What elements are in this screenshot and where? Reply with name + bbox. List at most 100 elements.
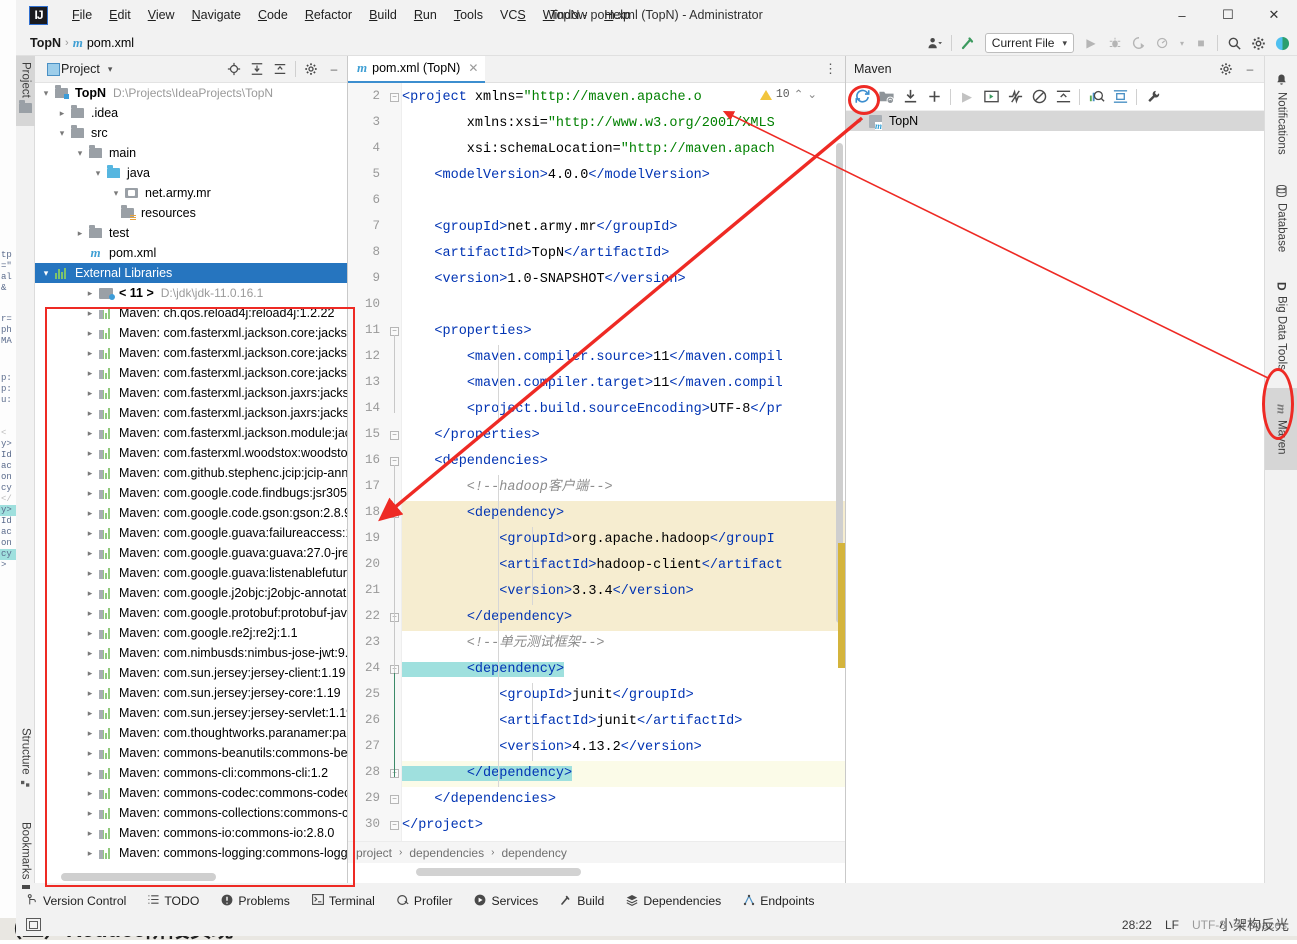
tree-row-maven-dependency[interactable]: Maven: commons-logging:commons-logging: [35, 843, 347, 863]
sidebar-item-database[interactable]: Database: [1265, 174, 1297, 264]
window-controls[interactable]: – ☐ ✕: [1159, 0, 1297, 30]
code-line[interactable]: <artifactId>junit</artifactId>: [402, 709, 742, 735]
project-panel-toolbar[interactable]: –: [223, 58, 345, 80]
chevron-right-icon[interactable]: [83, 828, 97, 839]
ide-assistant-icon[interactable]: [1271, 32, 1293, 54]
code-line[interactable]: <project.build.sourceEncoding>UTF-8</pr: [402, 397, 783, 423]
project-tree[interactable]: TopN D:\Projects\IdeaProjects\TopN .idea…: [35, 83, 347, 866]
tree-row-main[interactable]: main: [35, 143, 347, 163]
project-horizontal-scrollbar[interactable]: [35, 870, 347, 883]
tree-row-maven-dependency[interactable]: Maven: com.google.j2objc:j2objc-annotati…: [35, 583, 347, 603]
menu-item-navigate[interactable]: Navigate: [184, 5, 249, 25]
tree-row-topn[interactable]: TopN D:\Projects\IdeaProjects\TopN: [35, 83, 347, 103]
menu-item-vcs[interactable]: VCS: [492, 5, 534, 25]
code-line[interactable]: <groupId>net.army.mr</groupId>: [402, 215, 677, 241]
collapse-all-icon[interactable]: [269, 58, 291, 80]
select-opened-file-icon[interactable]: [223, 58, 245, 80]
editor-tab-bar[interactable]: m pom.xml (TopN) ✕ ⋮: [348, 56, 845, 83]
chevron-down-icon[interactable]: [39, 268, 53, 279]
settings-gear-icon[interactable]: [1247, 32, 1269, 54]
chevron-right-icon[interactable]: [83, 468, 97, 479]
breadcrumb-project[interactable]: project: [356, 846, 392, 860]
expand-all-icon[interactable]: [246, 58, 268, 80]
caret-position[interactable]: 28:22: [1122, 918, 1152, 932]
chevron-down-icon[interactable]: [73, 148, 87, 159]
code-line[interactable]: xsi:schemaLocation="http://maven.apach: [402, 137, 775, 163]
tree-row-package[interactable]: net.army.mr: [35, 183, 347, 203]
menu-item-build[interactable]: Build: [361, 5, 405, 25]
sidebar-item-project[interactable]: Project: [16, 56, 35, 126]
bottom-item-profiler[interactable]: Profiler: [386, 889, 464, 913]
chevron-right-icon[interactable]: [83, 448, 97, 459]
toggle-skip-tests-icon[interactable]: [1004, 86, 1026, 108]
generate-sources-icon[interactable]: [875, 86, 897, 108]
chevron-down-icon[interactable]: [91, 168, 105, 179]
tree-row-maven-dependency[interactable]: Maven: com.fasterxml.jackson.jaxrs:jacks…: [35, 403, 347, 423]
code-folding-gutter[interactable]: −−−−−−−−−−: [386, 83, 402, 841]
toggle-offline-mode-icon[interactable]: [1028, 86, 1050, 108]
tree-row-maven-dependency[interactable]: Maven: com.google.guava:listenablefuture…: [35, 563, 347, 583]
main-toolbar[interactable]: Current File ▾ ▶ ▾ ■: [924, 30, 1293, 56]
chevron-right-icon[interactable]: [83, 668, 97, 679]
chevron-right-icon[interactable]: [852, 116, 866, 127]
breadcrumb-pom[interactable]: pom.xml: [87, 36, 134, 50]
code-line[interactable]: </dependencies>: [402, 787, 556, 813]
tree-row-maven-dependency[interactable]: Maven: com.google.code.gson:gson:2.8.9: [35, 503, 347, 523]
sidebar-item-notifications[interactable]: Notifications: [1265, 60, 1297, 168]
code-lines[interactable]: <project xmlns="http://maven.apache.o xm…: [402, 83, 845, 841]
fold-toggle-icon[interactable]: −: [390, 821, 399, 830]
tree-row-maven-dependency[interactable]: Maven: com.google.re2j:re2j:1.1: [35, 623, 347, 643]
close-icon[interactable]: ✕: [468, 61, 478, 75]
chevron-right-icon[interactable]: [83, 688, 97, 699]
breadcrumb-nav[interactable]: TopN › m pom.xml: [30, 35, 134, 51]
run-configuration-selector[interactable]: Current File ▾: [985, 33, 1074, 53]
line-separator[interactable]: LF: [1165, 918, 1179, 932]
tree-row-jdk[interactable]: < 11 > D:\jdk\jdk-11.0.16.1: [35, 283, 347, 303]
chevron-down-icon[interactable]: [39, 88, 53, 99]
chevron-right-icon[interactable]: [83, 328, 97, 339]
profile-button[interactable]: [1152, 32, 1174, 54]
menu-item-edit[interactable]: Edit: [101, 5, 139, 25]
code-line[interactable]: <properties>: [402, 319, 532, 345]
bottom-item-build[interactable]: Build: [549, 889, 615, 913]
bottom-item-services[interactable]: Services: [463, 889, 549, 913]
chevron-right-icon[interactable]: [83, 368, 97, 379]
menu-item-tools[interactable]: Tools: [446, 5, 491, 25]
code-line[interactable]: <!--单元测试框架-->: [402, 631, 605, 657]
tree-row-maven-dependency[interactable]: Maven: commons-cli:commons-cli:1.2: [35, 763, 347, 783]
tree-row-maven-dependency[interactable]: Maven: com.google.code.findbugs:jsr305:3…: [35, 483, 347, 503]
chevron-right-icon[interactable]: [83, 308, 97, 319]
close-button[interactable]: ✕: [1251, 0, 1297, 30]
code-line[interactable]: <dependencies>: [402, 449, 548, 475]
next-problem-icon[interactable]: ⌄: [807, 87, 817, 102]
prev-problem-icon[interactable]: ⌃: [794, 87, 804, 102]
menu-item-code[interactable]: Code: [250, 5, 296, 25]
maven-settings-wrench-icon[interactable]: [1142, 86, 1164, 108]
menu-item-refactor[interactable]: Refactor: [297, 5, 360, 25]
bottom-item-endpoints[interactable]: Endpoints: [732, 889, 825, 913]
bottom-tool-bar[interactable]: Version Control TODO Problems Terminal P…: [16, 889, 1297, 913]
maven-toolbar[interactable]: ▶: [846, 83, 1264, 111]
tree-row-maven-dependency[interactable]: Maven: com.sun.jersey:jersey-core:1.19: [35, 683, 347, 703]
tree-row-maven-dependency[interactable]: Maven: commons-net:commons-net:3.6: [35, 863, 347, 866]
chevron-right-icon[interactable]: [83, 528, 97, 539]
code-line[interactable]: <version>3.3.4</version>: [402, 579, 694, 605]
chevron-right-icon[interactable]: [83, 568, 97, 579]
chevron-right-icon[interactable]: [73, 228, 87, 239]
code-line[interactable]: <project xmlns="http://maven.apache.o: [402, 85, 702, 111]
tree-row-maven-dependency[interactable]: Maven: ch.qos.reload4j:reload4j:1.2.22: [35, 303, 347, 323]
tree-row-maven-dependency[interactable]: Maven: com.google.guava:failureaccess:1.…: [35, 523, 347, 543]
chevron-right-icon[interactable]: [83, 728, 97, 739]
download-sources-icon[interactable]: [899, 86, 921, 108]
code-line[interactable]: </properties>: [402, 423, 540, 449]
code-line[interactable]: </dependency>: [402, 761, 572, 787]
code-line[interactable]: <!--hadoop客户端-->: [402, 475, 613, 501]
bottom-item-todo[interactable]: TODO: [137, 889, 210, 913]
hide-panel-icon[interactable]: –: [1239, 58, 1261, 80]
tree-row-maven-dependency[interactable]: Maven: com.fasterxml.woodstox:woodstox-c: [35, 443, 347, 463]
breadcrumb-project[interactable]: TopN: [30, 36, 61, 50]
debug-button[interactable]: [1104, 32, 1126, 54]
run-button[interactable]: ▶: [1080, 32, 1102, 54]
code-line[interactable]: <version>1.0-SNAPSHOT</version>: [402, 267, 686, 293]
sidebar-item-maven[interactable]: m Maven: [1265, 388, 1297, 470]
